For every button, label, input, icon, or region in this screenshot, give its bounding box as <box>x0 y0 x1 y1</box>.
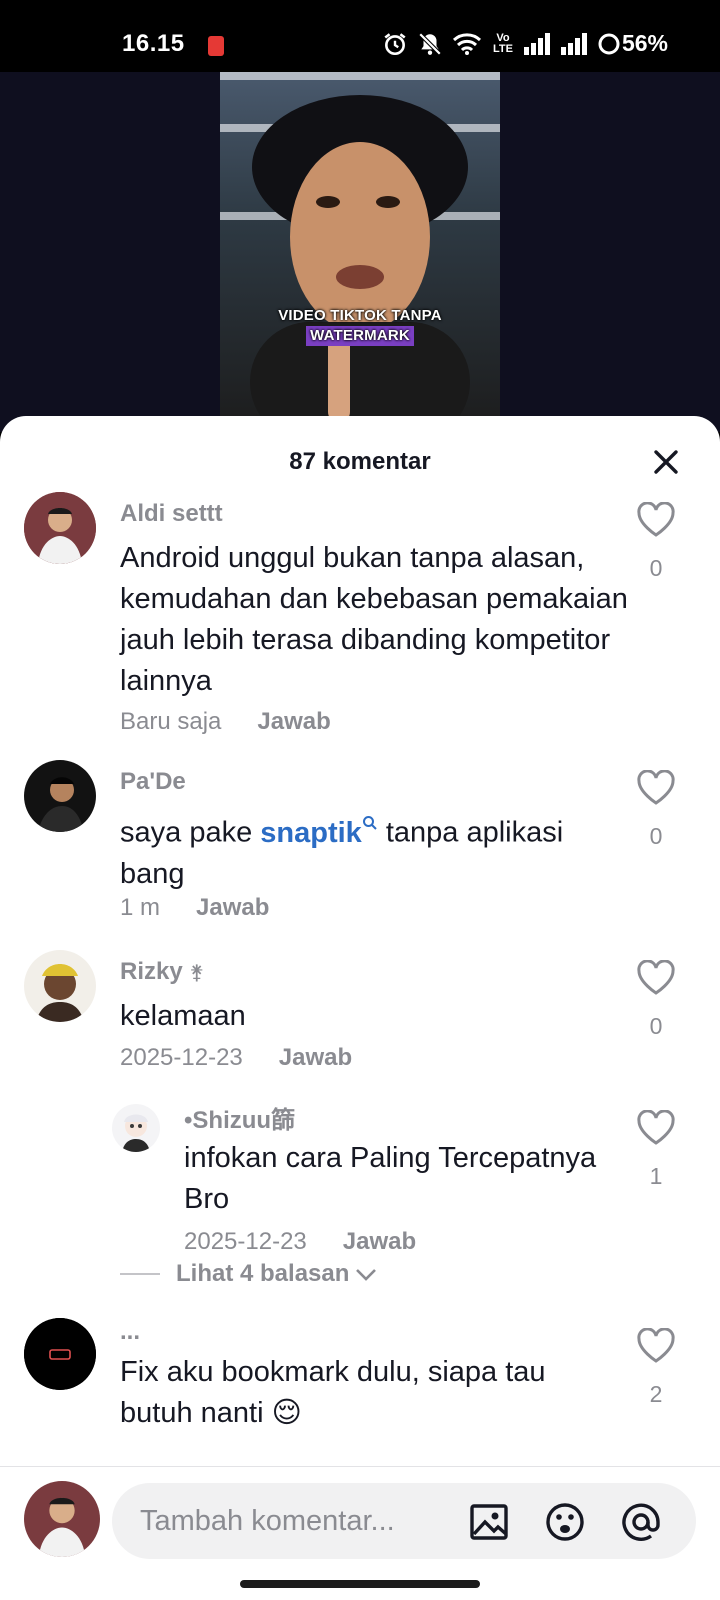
reply-username[interactable]: •Shizuu篩 <box>184 1100 295 1135</box>
comment-username[interactable]: ... <box>120 1318 140 1346</box>
search-icon <box>362 816 377 830</box>
wifi-icon <box>452 32 481 55</box>
comment-username[interactable]: Aldi settt <box>120 500 223 528</box>
video-frame: VIDEO TIKTOK TANPA WATERMARK <box>220 72 500 432</box>
app-notification-icon <box>208 36 224 56</box>
like-button[interactable]: 0 <box>626 501 686 582</box>
divider <box>120 1273 160 1275</box>
comment-time: Baru saja <box>120 708 222 735</box>
reply-button[interactable]: Jawab <box>257 708 330 735</box>
comment-item: ... Fix aku bookmark dulu, siapa tau but… <box>0 1308 720 1468</box>
comment-text: saya pake snaptik tanpa aplikasi bang <box>120 806 620 895</box>
heart-icon[interactable] <box>636 769 676 806</box>
at-icon[interactable] <box>620 1501 662 1543</box>
home-indicator[interactable] <box>240 1580 480 1588</box>
comment-username-text[interactable]: Rizky <box>120 958 183 985</box>
comment-meta: Baru saja Jawab <box>120 708 331 736</box>
comment-text: Android unggul bukan tanpa alasan, kemud… <box>120 542 628 697</box>
reply-button[interactable]: Jawab <box>279 1044 352 1071</box>
comment-text: kelamaan <box>120 1000 246 1032</box>
system-nav-bar <box>0 1568 720 1600</box>
comment-input-pill <box>112 1483 696 1559</box>
reply-text: infokan cara Paling Tercepatnya Bro <box>184 1142 597 1215</box>
comments-count-title: 87 komentar <box>289 448 431 475</box>
like-button[interactable]: 0 <box>626 769 686 850</box>
comment-text: Fix aku bookmark dulu, siapa tau butuh n… <box>120 1356 546 1429</box>
reply-item: •Shizuu篩 infokan cara Paling Tercepatnya… <box>0 1090 720 1270</box>
comment-text-part: saya pake <box>120 816 261 849</box>
comment-input[interactable] <box>140 1483 440 1559</box>
comment-input-bar <box>0 1466 720 1568</box>
comment-username[interactable]: Rizky ⚵ <box>120 958 204 986</box>
search-link[interactable]: snaptik <box>260 816 378 849</box>
view-replies-label[interactable]: Lihat 4 balasan <box>176 1260 349 1288</box>
comment-item: Rizky ⚵ kelamaan 2025-12-23 Jawab 0 <box>0 940 720 1090</box>
status-time: 16.15 <box>122 30 185 57</box>
signal-icon-2 <box>560 32 587 55</box>
comment-item: Pa'De saya pake snaptik tanpa aplikasi b… <box>0 750 720 950</box>
emoji-icon[interactable] <box>544 1501 586 1543</box>
caption-line-2: WATERMARK <box>306 326 414 346</box>
like-button[interactable]: 2 <box>626 1327 686 1408</box>
signal-icon-1 <box>523 32 550 55</box>
comment-username[interactable]: Pa'De <box>120 768 186 796</box>
like-count: 0 <box>649 1013 663 1039</box>
reply-time: 2025-12-23 <box>184 1228 307 1255</box>
caption-line-1: VIDEO TIKTOK TANPA <box>278 307 442 324</box>
avatar[interactable] <box>24 492 96 564</box>
like-button[interactable]: 0 <box>626 959 686 1040</box>
avatar[interactable] <box>24 1318 96 1390</box>
comment-meta: 1 m Jawab <box>120 894 269 922</box>
reply-button[interactable]: Jawab <box>343 1228 416 1255</box>
comments-sheet: 87 komentar Aldi settt Android unggul bu… <box>0 416 720 1600</box>
view-replies-button[interactable]: Lihat 4 balasan <box>120 1260 379 1288</box>
image-icon[interactable] <box>468 1501 510 1543</box>
status-icons: Vo LTE 56% <box>382 30 668 57</box>
avatar[interactable] <box>24 760 96 832</box>
comment-item: Aldi settt Android unggul bukan tanpa al… <box>0 482 720 735</box>
mute-icon <box>418 32 442 55</box>
like-count: 1 <box>649 1163 663 1189</box>
heart-icon[interactable] <box>636 1327 676 1364</box>
heart-icon[interactable] <box>636 1109 676 1146</box>
video-person-image <box>250 95 470 432</box>
close-icon[interactable] <box>648 444 684 480</box>
video-player[interactable]: VIDEO TIKTOK TANPA WATERMARK <box>0 72 720 432</box>
search-link-text[interactable]: snaptik <box>260 817 362 849</box>
comment-time: 2025-12-23 <box>120 1044 243 1071</box>
avatar[interactable] <box>112 1104 160 1152</box>
heart-icon[interactable] <box>636 959 676 996</box>
heart-icon[interactable] <box>636 501 676 538</box>
video-caption: VIDEO TIKTOK TANPA WATERMARK <box>220 306 500 346</box>
comment-time: 1 m <box>120 894 161 921</box>
chevron-down-icon[interactable] <box>353 1264 379 1284</box>
volte-label: Vo LTE <box>492 31 513 55</box>
like-button[interactable]: 1 <box>626 1109 686 1190</box>
comment-meta: 2025-12-23 Jawab <box>120 1044 352 1072</box>
like-count: 2 <box>649 1381 663 1407</box>
reply-meta: 2025-12-23 Jawab <box>184 1228 416 1256</box>
alarm-icon <box>384 32 406 55</box>
like-count: 0 <box>649 823 663 849</box>
status-bar: 16.15 Vo LTE 56% <box>0 0 720 72</box>
user-avatar[interactable] <box>24 1481 100 1557</box>
avatar[interactable] <box>24 950 96 1022</box>
battery-level: 56% <box>621 30 668 56</box>
like-count: 0 <box>649 555 663 581</box>
reply-button[interactable]: Jawab <box>196 894 269 921</box>
battery-icon <box>598 33 620 54</box>
username-symbol: ⚵ <box>189 962 205 984</box>
